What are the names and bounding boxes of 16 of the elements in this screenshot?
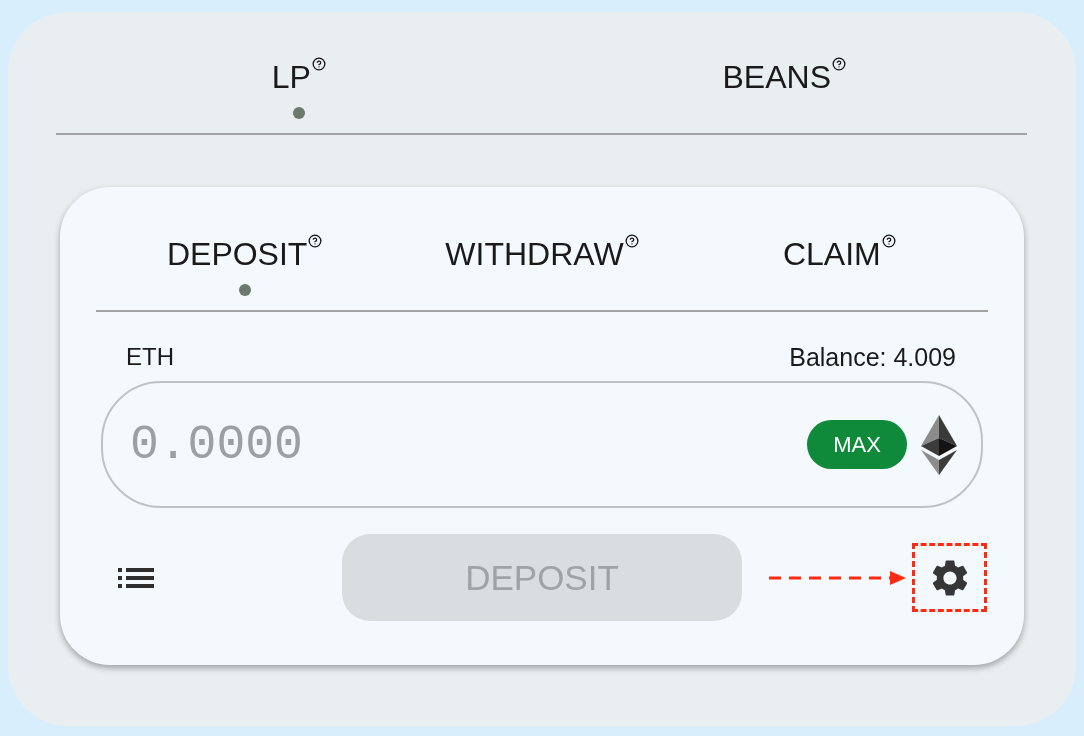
tab[interactable]: LP: [271, 59, 326, 95]
help-icon[interactable]: [881, 234, 896, 248]
token-label: ETH: [126, 343, 174, 371]
list-icon[interactable]: [118, 567, 154, 588]
tab[interactable]: WITHDRAW: [445, 236, 639, 272]
tab[interactable]: CLAIM: [782, 236, 896, 272]
help-icon[interactable]: [311, 57, 326, 71]
help-icon[interactable]: [308, 234, 323, 248]
max-button[interactable]: MAX: [807, 420, 907, 469]
help-icon[interactable]: [624, 234, 639, 248]
amount-field[interactable]: 0.0000 MAX: [101, 381, 983, 508]
balance-label: Balance: 4.009: [789, 343, 956, 371]
diamond-icon: [921, 414, 957, 475]
tab[interactable]: BEANS: [722, 59, 846, 95]
help-icon[interactable]: [832, 57, 846, 71]
tab[interactable]: DEPOSIT: [166, 236, 323, 272]
